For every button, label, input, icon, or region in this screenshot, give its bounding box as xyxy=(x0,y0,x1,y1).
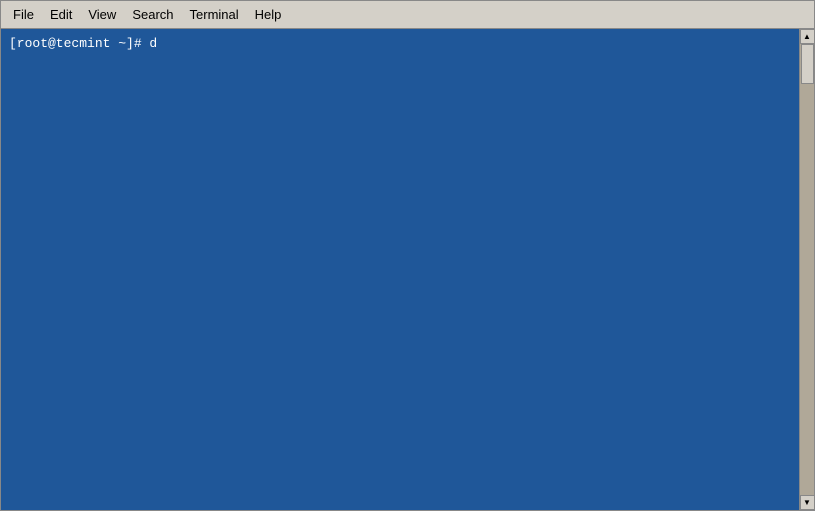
scrollbar-down-button[interactable]: ▼ xyxy=(800,495,815,510)
menu-terminal[interactable]: Terminal xyxy=(182,5,247,24)
terminal-window: File Edit View Search Terminal Help [roo… xyxy=(0,0,815,511)
menu-help[interactable]: Help xyxy=(247,5,290,24)
menu-file[interactable]: File xyxy=(5,5,42,24)
menu-view[interactable]: View xyxy=(80,5,124,24)
terminal-content: [root@tecmint ~]# d xyxy=(1,29,814,59)
menubar: File Edit View Search Terminal Help xyxy=(1,1,814,29)
scrollbar-up-button[interactable]: ▲ xyxy=(800,29,815,44)
terminal-body[interactable]: [root@tecmint ~]# d ▲ ▼ xyxy=(1,29,814,510)
menu-search[interactable]: Search xyxy=(124,5,181,24)
menu-edit[interactable]: Edit xyxy=(42,5,80,24)
scrollbar-thumb[interactable] xyxy=(801,44,814,84)
scrollbar-track[interactable] xyxy=(800,44,815,495)
scrollbar[interactable]: ▲ ▼ xyxy=(799,29,814,510)
